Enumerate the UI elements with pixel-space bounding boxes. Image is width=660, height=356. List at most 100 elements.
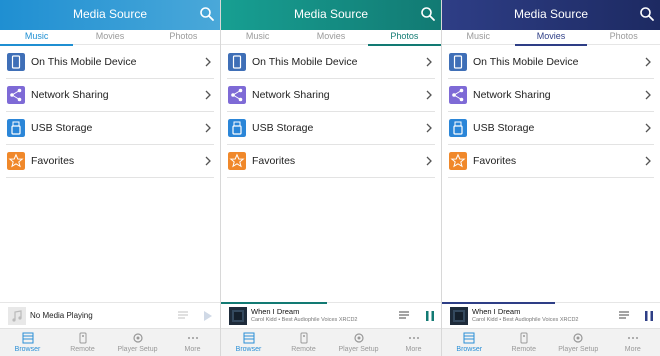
gear-icon: [353, 333, 364, 343]
source-list: On This Mobile Device Network Sharing US…: [448, 46, 654, 178]
bottom-nav: Browser Remote Player Setup More: [0, 328, 220, 356]
nav-player-setup[interactable]: Player Setup: [331, 332, 386, 356]
tab-photos[interactable]: Photos: [147, 30, 220, 45]
queue-icon[interactable]: [619, 310, 631, 320]
source-item-network-sharing[interactable]: Network Sharing: [448, 79, 654, 112]
source-item-usb-storage[interactable]: USB Storage: [227, 112, 435, 145]
nav-remote[interactable]: Remote: [55, 332, 110, 356]
nav-remote[interactable]: Remote: [276, 332, 331, 356]
pause-icon[interactable]: [644, 310, 654, 322]
source-item-network-sharing[interactable]: Network Sharing: [6, 79, 214, 112]
tab-label: Movies: [95, 31, 125, 41]
usb-icon: [7, 119, 25, 137]
now-playing-bar[interactable]: When I Dream Carol Kidd • Best Audiophil…: [221, 302, 441, 328]
queue-icon[interactable]: [399, 310, 411, 320]
mobile-device-icon: [7, 53, 25, 71]
source-item-network-sharing[interactable]: Network Sharing: [227, 79, 435, 112]
media-type-tabs: Music Movies Photos: [442, 30, 660, 46]
star-icon: [7, 152, 25, 170]
tab-movies[interactable]: Movies: [514, 30, 588, 46]
album-art: [229, 307, 247, 325]
tab-label: Music: [466, 31, 491, 41]
nav-label: Remote: [291, 346, 316, 353]
source-item-mobile-device[interactable]: On This Mobile Device: [227, 46, 435, 79]
usb-icon: [228, 119, 246, 137]
tab-movies[interactable]: Movies: [294, 30, 367, 45]
source-label: On This Mobile Device: [473, 56, 579, 68]
source-label: USB Storage: [252, 122, 314, 134]
source-item-usb-storage[interactable]: USB Storage: [448, 112, 654, 145]
nav-more[interactable]: More: [165, 332, 220, 356]
browser-icon: [463, 332, 475, 344]
search-icon[interactable]: [420, 6, 436, 22]
nav-label: Browser: [456, 346, 483, 353]
source-label: Favorites: [252, 155, 296, 167]
more-icon: [627, 337, 638, 339]
tab-label: Movies: [536, 31, 566, 41]
tab-photos[interactable]: Photos: [587, 30, 660, 45]
share-icon: [7, 86, 25, 104]
nav-label: Browser: [14, 346, 41, 353]
nav-label: Remote: [511, 346, 536, 353]
source-item-mobile-device[interactable]: On This Mobile Device: [6, 46, 214, 79]
chevron-right-icon: [645, 123, 651, 133]
tab-music[interactable]: Music: [0, 30, 74, 46]
song-title: When I Dream: [472, 307, 521, 316]
source-list: On This Mobile Device Network Sharing US…: [227, 46, 435, 178]
nav-label: Player Setup: [338, 346, 379, 353]
tab-music[interactable]: Music: [221, 30, 294, 45]
tab-movies[interactable]: Movies: [73, 30, 146, 45]
tab-photos[interactable]: Photos: [367, 30, 441, 46]
playback-progress-bar: [221, 302, 327, 304]
source-item-favorites[interactable]: Favorites: [6, 145, 214, 178]
source-label: On This Mobile Device: [252, 56, 358, 68]
source-label: Network Sharing: [252, 89, 330, 101]
tab-music[interactable]: Music: [442, 30, 515, 45]
nav-browser[interactable]: Browser: [442, 332, 497, 356]
chevron-right-icon: [645, 90, 651, 100]
page-title: Media Source: [513, 7, 589, 21]
nav-more[interactable]: More: [606, 332, 660, 356]
more-icon: [187, 337, 198, 339]
pause-icon[interactable]: [425, 310, 435, 322]
bottom-nav: Browser Remote Player Setup More: [221, 328, 441, 356]
remote-icon: [300, 332, 307, 344]
mobile-device-icon: [228, 53, 246, 71]
source-item-usb-storage[interactable]: USB Storage: [6, 112, 214, 145]
play-icon[interactable]: [203, 310, 213, 322]
nav-browser[interactable]: Browser: [0, 332, 55, 356]
usb-icon: [449, 119, 467, 137]
source-label: USB Storage: [473, 122, 535, 134]
search-icon[interactable]: [199, 6, 215, 22]
source-list: On This Mobile Device Network Sharing US…: [6, 46, 214, 178]
source-label: Favorites: [31, 155, 75, 167]
now-playing-bar[interactable]: No Media Playing: [0, 302, 220, 328]
nav-label: More: [624, 346, 641, 353]
artist-album: Carol Kidd • Best Audiophile Voices XRCD…: [251, 317, 358, 323]
tab-label: Photos: [169, 31, 198, 41]
search-icon[interactable]: [639, 6, 655, 22]
nav-browser[interactable]: Browser: [221, 332, 276, 356]
media-type-tabs: Music Movies Photos: [221, 30, 441, 46]
nav-label: Player Setup: [558, 346, 599, 353]
queue-icon[interactable]: [178, 310, 190, 320]
nav-remote[interactable]: Remote: [497, 332, 552, 356]
chevron-right-icon: [205, 123, 211, 133]
nav-more[interactable]: More: [386, 332, 441, 356]
share-icon: [449, 86, 467, 104]
tab-label: Photos: [390, 31, 419, 41]
source-item-favorites[interactable]: Favorites: [448, 145, 654, 178]
source-label: Network Sharing: [31, 89, 109, 101]
nav-player-setup[interactable]: Player Setup: [110, 332, 165, 356]
source-item-mobile-device[interactable]: On This Mobile Device: [448, 46, 654, 79]
now-playing-bar[interactable]: When I Dream Carol Kidd • Best Audiophil…: [442, 302, 660, 328]
artist-album: Carol Kidd • Best Audiophile Voices XRCD…: [472, 317, 579, 323]
source-label: On This Mobile Device: [31, 56, 137, 68]
star-icon: [228, 152, 246, 170]
nav-player-setup[interactable]: Player Setup: [551, 332, 606, 356]
media-type-tabs: Music Movies Photos: [0, 30, 220, 46]
source-label: Network Sharing: [473, 89, 551, 101]
chevron-right-icon: [205, 90, 211, 100]
tab-label: Music: [24, 31, 49, 41]
source-item-favorites[interactable]: Favorites: [227, 145, 435, 178]
